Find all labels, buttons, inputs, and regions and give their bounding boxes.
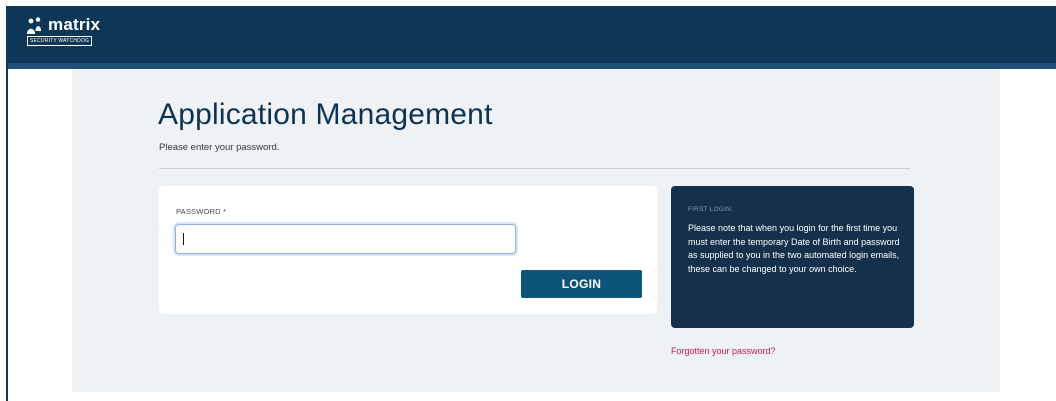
main-content-panel: Application Management Please enter your…	[72, 70, 1000, 392]
login-button[interactable]: LOGIN	[521, 270, 642, 298]
login-form-card: PASSWORD * LOGIN	[159, 186, 657, 314]
first-login-info-panel: FIRST LOGIN: Please note that when you l…	[671, 186, 914, 328]
password-input[interactable]	[175, 224, 516, 254]
info-panel-title: FIRST LOGIN:	[688, 206, 733, 213]
page-title: Application Management	[158, 98, 493, 131]
password-label: PASSWORD *	[176, 207, 227, 216]
top-header-bar	[8, 6, 1056, 63]
header-accent-strip	[8, 63, 1056, 69]
text-caret	[183, 233, 184, 245]
section-divider	[159, 168, 910, 169]
page-subtitle: Please enter your password.	[159, 142, 280, 153]
forgot-password-link[interactable]: Forgotten your password?	[671, 346, 776, 356]
info-panel-text: Please note that when you login for the …	[688, 223, 900, 274]
logo-wordmark: matrix	[48, 15, 101, 34]
app-window: matrix SECURITY WATCHDOG Application Man…	[0, 0, 1056, 401]
people-logo-icon	[27, 17, 41, 34]
logo-badge: SECURITY WATCHDOG	[27, 36, 93, 46]
matrix-logo[interactable]: matrix SECURITY WATCHDOG	[26, 15, 106, 46]
